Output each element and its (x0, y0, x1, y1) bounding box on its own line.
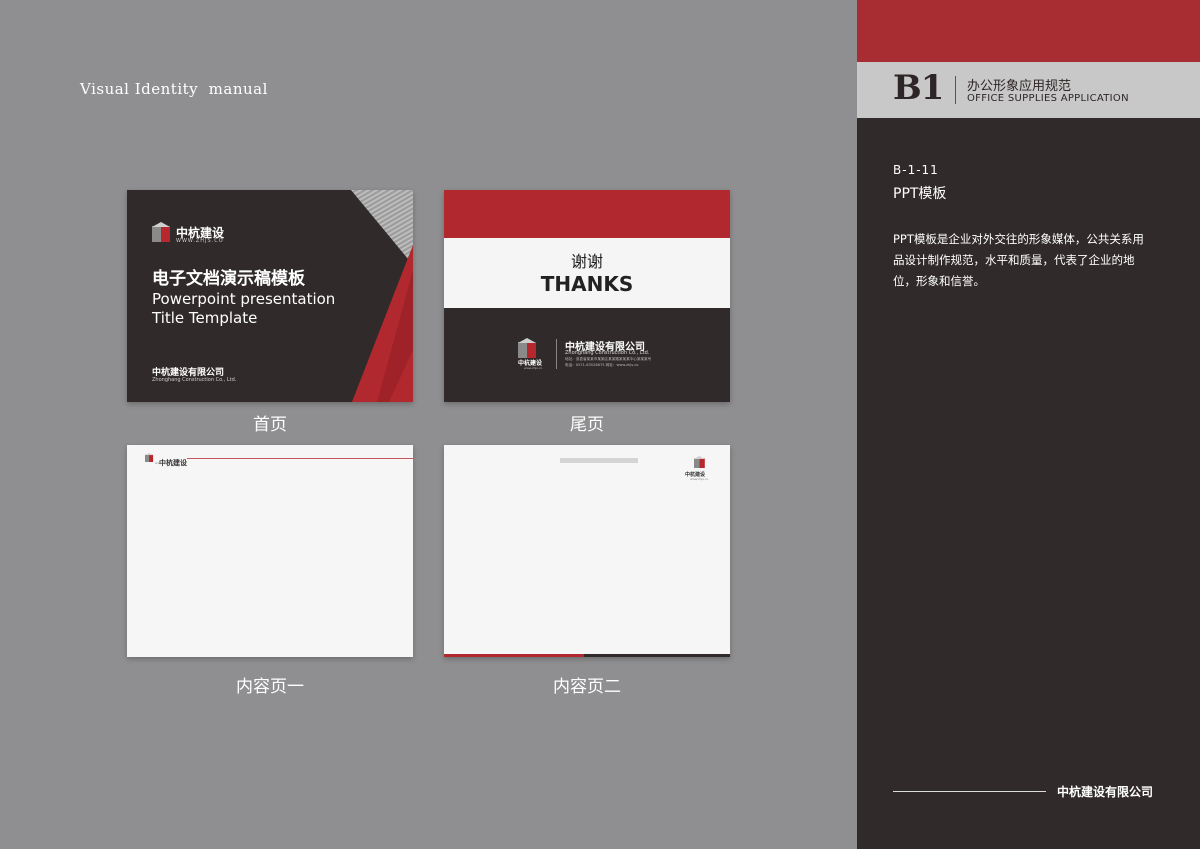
item-description: PPT模板是企业对外交往的形象媒体，公共关系用品设计制作规范，水平和质量，代表了… (893, 232, 1144, 288)
ending-logo-url: www.zhjs.co (524, 366, 543, 370)
ppt-cover-thumbnail[interactable]: 中杭建设 WWW.ZHJS.CO 电子文档演示稿模板 Powerpoint pr… (127, 190, 413, 402)
section-title-en: OFFICE SUPPLIES APPLICATION (967, 93, 1129, 104)
section-code: B1 (893, 68, 944, 108)
item-name: PPT模板 (893, 186, 947, 202)
ending-logo (518, 338, 542, 358)
ending-red-band (444, 190, 730, 238)
ending-thanks-en: THANKS (540, 272, 634, 296)
ending-address: 地址：浙县省某某市某某区某某路某某某中心某某某号 (565, 357, 652, 361)
logo-cube-icon (145, 453, 154, 462)
content1-header-rule (187, 458, 413, 459)
sidebar-panel: B1 办公形象应用规范 OFFICE SUPPLIES APPLICATION … (857, 0, 1200, 849)
logo-cube-icon (518, 338, 536, 358)
ppt-content1-thumbnail[interactable]: 中杭建设 www.zhjs.co (127, 445, 413, 657)
section-title-cn: 办公形象应用规范 (967, 79, 1072, 94)
footer-rule (893, 791, 1046, 792)
cover-title-en-line2: Title Template (152, 309, 258, 327)
content1-caption: 内容页一 (236, 677, 304, 697)
ppt-ending-thumbnail[interactable]: 谢谢 THANKS 中杭建设 www.zhjs.co 中杭建设有限公司 Zhon… (444, 190, 730, 402)
cover-caption: 首页 (253, 415, 287, 435)
cover-logo-url: WWW.ZHJS.CO (176, 238, 224, 244)
item-code: B-1-11 (893, 163, 939, 177)
logo-cube-icon (152, 222, 170, 242)
logo-cube-icon (694, 456, 705, 468)
cover-title-cn: 电子文档演示稿模板 (152, 269, 305, 289)
manual-page: Visual Identity manual 中杭建设 WWW.ZHJS.CO … (0, 0, 857, 849)
ending-caption: 尾页 (570, 415, 604, 435)
ending-divider (556, 339, 557, 369)
ending-company-en: Zhonghang Construction Co., Ltd. (565, 350, 650, 356)
content2-title-bar (560, 458, 638, 463)
content1-logo-url: www.zhjs.co (155, 461, 174, 465)
section-divider (955, 76, 956, 104)
ending-thanks-cn: 谢谢 (570, 252, 603, 271)
cover-title-en-line1: Powerpoint presentation (152, 290, 336, 308)
manual-title: Visual Identity manual (80, 80, 268, 98)
content2-bottom-dark-bar (584, 654, 730, 657)
cover-company-en: Zhonghang Construction Co., Ltd. (152, 377, 237, 383)
ending-contact: 电话：0571-63526875 网址：www.zhjs.co (565, 363, 639, 367)
content2-logo-url: www.zhjs.co (690, 477, 709, 481)
ppt-content2-thumbnail[interactable]: 中杭建设 www.zhjs.co (444, 445, 730, 657)
content2-bottom-red-bar (444, 654, 584, 657)
footer-company: 中杭建设有限公司 (1057, 785, 1154, 799)
sidebar-red-header (857, 0, 1200, 62)
content2-caption: 内容页二 (553, 677, 621, 697)
